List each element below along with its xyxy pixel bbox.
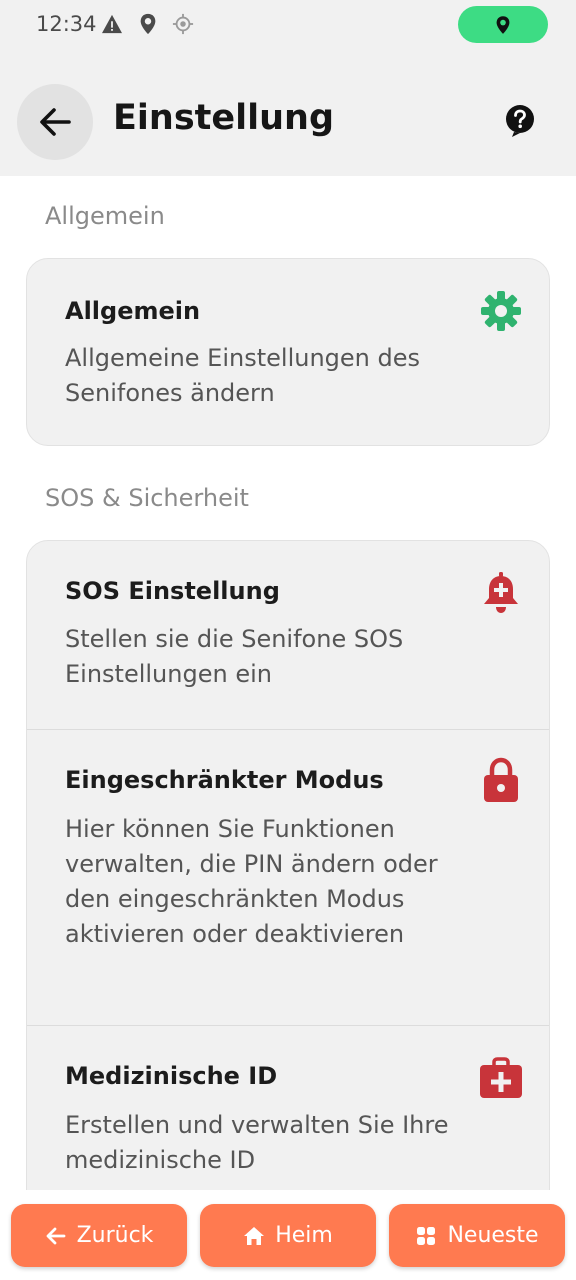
nav-home-label: Heim: [275, 1223, 333, 1248]
nav-recent-button[interactable]: Neueste: [389, 1204, 565, 1267]
item-title: Eingeschränkter Modus: [65, 766, 384, 794]
page-title: Einstellung: [113, 98, 335, 138]
medical-kit-icon: [479, 1056, 523, 1100]
section-label-sos-sicherheit: SOS & Sicherheit: [45, 484, 249, 512]
home-icon: [243, 1225, 265, 1247]
item-title: Medizinische ID: [65, 1062, 278, 1090]
status-bar: 12:34: [0, 0, 576, 50]
top-app-area: 12:34 Einstellung: [0, 0, 576, 176]
settings-item-general[interactable]: Allgemein Allgemeine Einstellungen des S…: [27, 259, 549, 445]
recent-apps-icon: [415, 1225, 437, 1247]
nav-back-button[interactable]: Zurück: [11, 1204, 187, 1267]
item-description: Allgemeine Einstellungen des Senifones ä…: [65, 344, 420, 407]
gps-icon: [172, 13, 194, 35]
settings-item-sos[interactable]: SOS Einstellung Stellen sie die Senifone…: [27, 541, 549, 729]
back-button[interactable]: [17, 84, 93, 160]
item-description: Erstellen und verwalten Sie Ihre medizin…: [65, 1111, 449, 1174]
lock-icon: [479, 757, 523, 802]
settings-group-sos-sicherheit: SOS Einstellung Stellen sie die Senifone…: [26, 540, 550, 1220]
warning-icon: [101, 13, 123, 35]
item-title: Allgemein: [65, 297, 201, 325]
settings-item-restricted-mode[interactable]: Eingeschränkter Modus Hier können Sie Fu…: [27, 729, 549, 1025]
settings-group-allgemein: Allgemein Allgemeine Einstellungen des S…: [26, 258, 550, 446]
item-description: Hier können Sie Funktionen verwalten, di…: [65, 815, 438, 948]
alarm-bell-icon: [479, 571, 523, 615]
section-label-allgemein: Allgemein: [45, 202, 165, 230]
nav-back-label: Zurück: [76, 1223, 154, 1248]
arrow-left-icon: [40, 108, 71, 136]
location-active-indicator[interactable]: [458, 6, 548, 43]
bottom-navigation: Zurück Heim Neueste: [0, 1190, 576, 1280]
status-time: 12:34: [36, 12, 97, 36]
arrow-left-icon: [45, 1225, 67, 1247]
gear-icon: [479, 289, 523, 333]
item-title: SOS Einstellung: [65, 577, 280, 605]
item-description: Stellen sie die Senifone SOS Einstellung…: [65, 625, 404, 688]
nav-recent-label: Neueste: [447, 1223, 539, 1248]
location-pin-icon: [496, 15, 510, 34]
help-circle-icon[interactable]: [503, 104, 537, 138]
nav-home-button[interactable]: Heim: [200, 1204, 376, 1267]
location-pin-icon: [137, 13, 159, 35]
